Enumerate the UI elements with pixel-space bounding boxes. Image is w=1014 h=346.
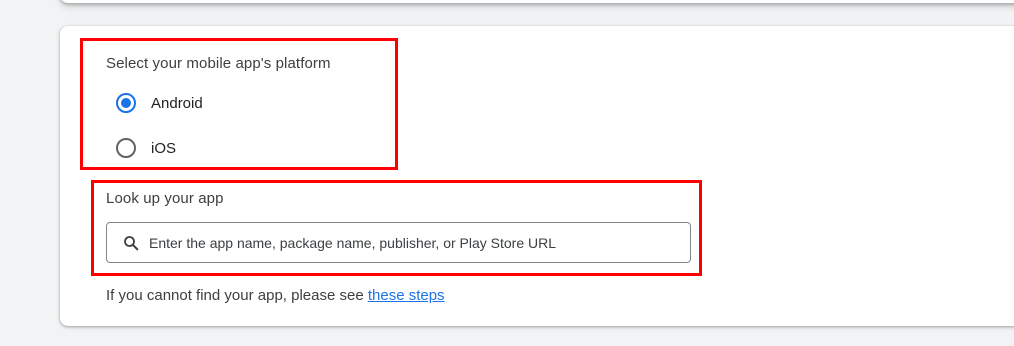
search-icon xyxy=(121,233,141,253)
android-radio-label: Android xyxy=(151,94,203,112)
radio-option-ios[interactable]: iOS xyxy=(116,136,176,160)
app-search-field[interactable] xyxy=(106,222,691,263)
radio-option-android[interactable]: Android xyxy=(116,91,203,115)
these-steps-link[interactable]: these steps xyxy=(368,287,445,304)
ios-radio-label: iOS xyxy=(151,139,177,157)
ios-radio-button[interactable] xyxy=(116,138,136,158)
previous-section-card xyxy=(60,0,1014,3)
help-text: If you cannot find your app, please see … xyxy=(106,287,445,304)
android-radio-button[interactable] xyxy=(116,93,136,113)
app-search-input[interactable] xyxy=(149,234,689,251)
lookup-section-label: Look up your app xyxy=(106,190,224,207)
help-text-prefix: If you cannot find your app, please see xyxy=(106,287,368,304)
platform-section-label: Select your mobile app's platform xyxy=(106,55,331,72)
